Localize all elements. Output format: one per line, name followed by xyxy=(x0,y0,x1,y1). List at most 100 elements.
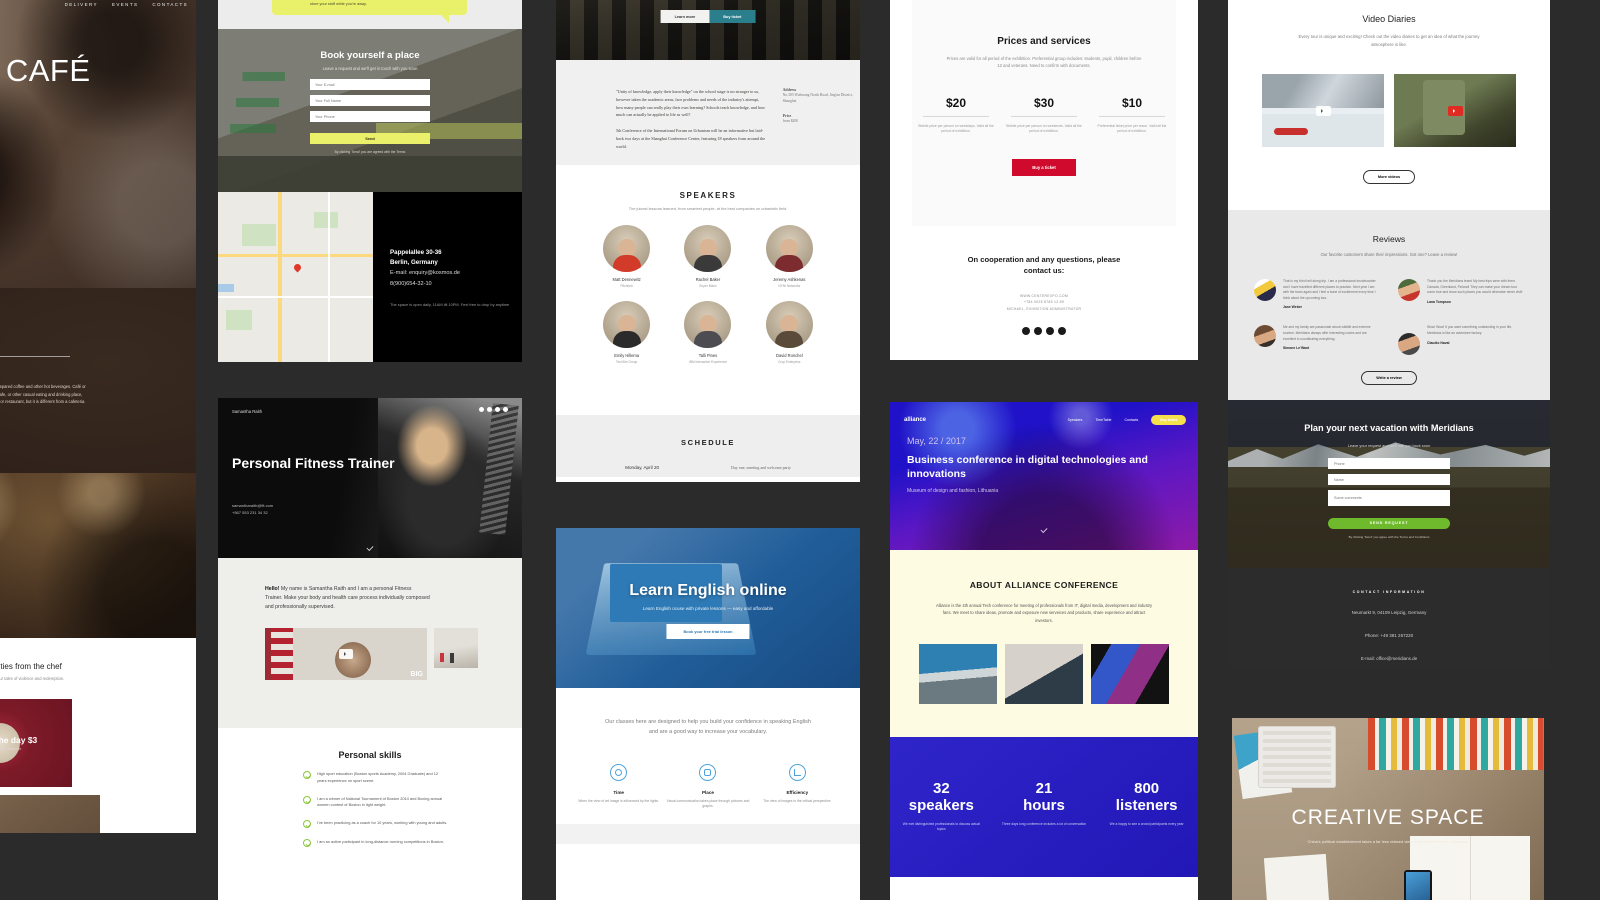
feature-title: Efficiency xyxy=(786,789,809,795)
buy-ticket-button[interactable]: Buy a ticket xyxy=(1012,158,1076,176)
play-icon[interactable] xyxy=(339,649,353,660)
video-thumbnail-row xyxy=(1228,74,1550,148)
gallery-photo-stage[interactable] xyxy=(1091,644,1169,705)
book-trial-lesson-button[interactable]: Book your free trial lesson xyxy=(666,624,750,639)
facebook-icon[interactable] xyxy=(479,407,484,412)
skill-item: I am a winner of National Tournament of … xyxy=(303,795,448,810)
booking-send-button[interactable]: Send xyxy=(310,133,430,144)
map-park-a xyxy=(242,224,276,246)
alliance-gallery xyxy=(890,644,1198,705)
play-icon[interactable] xyxy=(1315,105,1331,116)
feature-place: Place Visual communication takes place t… xyxy=(666,763,750,810)
soup-title: Soup of the day $3 xyxy=(0,734,38,745)
template-card-meridians[interactable]: Video Diaries Every tour is unique and e… xyxy=(1228,0,1550,668)
video-thumbnail-snow[interactable] xyxy=(1262,74,1384,148)
fitness-contact-phone[interactable]: +567 553 231 34 32 xyxy=(232,510,268,517)
instagram-icon[interactable] xyxy=(495,407,500,412)
send-request-button[interactable]: SEND REQUEST xyxy=(1328,517,1450,529)
meridians-reviews-section: Reviews Our favorite customers share the… xyxy=(1228,210,1550,400)
cafe-nav-events[interactable]: EVENTS xyxy=(112,2,138,7)
video-thumbnail-forest[interactable] xyxy=(1394,74,1516,148)
cafe-nav-delivery[interactable]: DELIVERY xyxy=(65,2,98,7)
chevron-down-icon[interactable] xyxy=(366,545,374,550)
review-item: Thank you the Meridians team! My best tr… xyxy=(1398,279,1524,309)
alliance-stats-section: 32 speakers We met distinguished profess… xyxy=(890,737,1198,877)
address-phone[interactable]: 8(900)654-32-10 xyxy=(390,280,522,289)
template-card-creative-space[interactable]: CREATIVE SPACE China's political establi… xyxy=(1232,718,1544,900)
alliance-navbar[interactable]: alliance Speakers TimeTable Contacts Buy… xyxy=(904,415,1186,425)
review-body: That is my third hell along trip. I am a… xyxy=(1283,279,1380,309)
divider-line-right xyxy=(0,356,70,357)
template-card-fitness[interactable]: Samantha Raith Personal Fitness Trainer … xyxy=(218,398,522,900)
speaker-card[interactable]: Rachel Baker Super Mario xyxy=(667,225,748,288)
nav-timetable[interactable]: TimeTable xyxy=(1095,418,1111,422)
dish-card-cakes[interactable]: Caces from $2 Orange, apple, mango and m… xyxy=(0,794,100,833)
check-circle-icon xyxy=(303,839,311,848)
plan-request-form[interactable]: SEND REQUEST xyxy=(1328,458,1450,529)
alliance-logo[interactable]: alliance xyxy=(904,417,926,423)
play-icon[interactable] xyxy=(1447,105,1463,116)
gallery-photo-speaker[interactable] xyxy=(1005,644,1083,705)
avatar xyxy=(684,225,732,272)
fitness-photo-running[interactable] xyxy=(434,628,478,669)
urban-speakers-section: SPEAKERS The juicest lessons learned, fr… xyxy=(556,165,860,415)
speaker-card[interactable]: Talli Pines IBM Interactive Experience xyxy=(667,301,748,364)
template-card-coworking[interactable]: question We don't provide computers. Eve… xyxy=(218,0,522,362)
booking-email-input[interactable] xyxy=(310,79,430,90)
template-card-urban-conference[interactable]: Learn more Buy ticket "Unity of knowledg… xyxy=(556,0,860,482)
fitness-hello-paragraph: Hello! My name is Samantha Raith and I a… xyxy=(265,585,430,612)
booking-title: Book yourself a place xyxy=(320,50,420,61)
speaker-card[interactable]: Emily Hillema TechSet Group xyxy=(586,301,667,364)
location-map[interactable] xyxy=(218,192,373,362)
twitter-icon[interactable] xyxy=(1034,327,1042,336)
facebook-icon[interactable] xyxy=(1022,327,1030,336)
learn-more-button[interactable]: Learn more xyxy=(660,10,710,23)
gallery-photo-venue[interactable] xyxy=(919,644,997,705)
speaker-card[interactable]: Jeremy Ashkenas NYNI Networks xyxy=(749,225,830,288)
speaker-card[interactable]: Matt Dennewitz Pitchfork xyxy=(586,225,667,288)
booking-form[interactable]: Send xyxy=(310,79,430,145)
address-email[interactable]: E-mail: enquiry@kosmos.de xyxy=(390,269,522,278)
feature-text: The view of images in the critical persp… xyxy=(763,798,832,803)
plan-phone-input[interactable] xyxy=(1328,458,1450,470)
mail-icon[interactable] xyxy=(1046,327,1054,336)
fitness-hello-bold: Hello! xyxy=(265,586,280,592)
template-card-expo-prices[interactable]: Prices and services Prices are valid for… xyxy=(890,0,1198,360)
plan-name-input[interactable] xyxy=(1328,474,1450,486)
footer-email[interactable]: E-mail: office@meridians.de xyxy=(1228,655,1550,663)
template-card-creative-cafe[interactable]: DELIVERY EVENTS CONTACTS CREATIVE CAFÉ C… xyxy=(0,0,196,833)
youtube-icon[interactable] xyxy=(503,407,508,412)
booking-phone-input[interactable] xyxy=(310,111,430,122)
avatar xyxy=(1254,325,1276,348)
meridians-videos-section: Video Diaries Every tour is unique and e… xyxy=(1228,0,1550,210)
chevron-down-icon[interactable] xyxy=(1040,527,1048,532)
template-card-alliance[interactable]: alliance Speakers TimeTable Contacts Buy… xyxy=(890,402,1198,900)
speaker-role: NYNI Networks xyxy=(778,284,801,288)
buy-ticket-button[interactable]: Buy ticket xyxy=(1151,415,1186,425)
alliance-nav-links[interactable]: Speakers TimeTable Contacts Buy ticket xyxy=(1068,415,1186,425)
expo-social-links[interactable] xyxy=(890,327,1198,336)
fitness-social-links[interactable] xyxy=(479,407,508,412)
nav-speakers[interactable]: Speakers xyxy=(1068,418,1083,422)
nav-contacts[interactable]: Contacts xyxy=(1124,418,1138,422)
cafe-nav-contacts[interactable]: CONTACTS xyxy=(152,2,188,7)
buy-ticket-button[interactable]: Buy ticket xyxy=(709,10,756,23)
fitness-contact-email[interactable]: samantharaith@fit.com xyxy=(232,503,273,510)
fitness-video-thumbnail[interactable]: BIG xyxy=(265,628,427,681)
instagram-icon[interactable] xyxy=(1058,327,1066,336)
fitness-hero: Samantha Raith Personal Fitness Trainer … xyxy=(218,398,522,558)
plan-comments-input[interactable] xyxy=(1328,490,1450,507)
english-features-row: Time When the view of art image is influ… xyxy=(556,763,860,810)
cafe-nav[interactable]: DELIVERY EVENTS CONTACTS xyxy=(65,2,188,7)
dish-card-soup[interactable]: Soup of the day $3 Tomato, pea, or mushr… xyxy=(0,698,72,787)
template-card-learn-english[interactable]: Learn English online Learn English ocuse… xyxy=(556,528,860,900)
urban-hero-buttons[interactable]: Learn more Buy ticket xyxy=(660,10,756,23)
stat-label: listeners xyxy=(1115,796,1178,814)
more-videos-button[interactable]: More videos xyxy=(1362,170,1416,185)
twitter-icon[interactable] xyxy=(487,407,492,412)
booking-fullname-input[interactable] xyxy=(310,95,430,106)
footer-phone[interactable]: Phone: +49 381 267220 xyxy=(1228,632,1550,640)
avatar xyxy=(765,225,813,272)
write-review-button[interactable]: Write a review xyxy=(1361,371,1417,386)
speaker-card[interactable]: David Ronchel Crop Enterprise xyxy=(749,301,830,364)
